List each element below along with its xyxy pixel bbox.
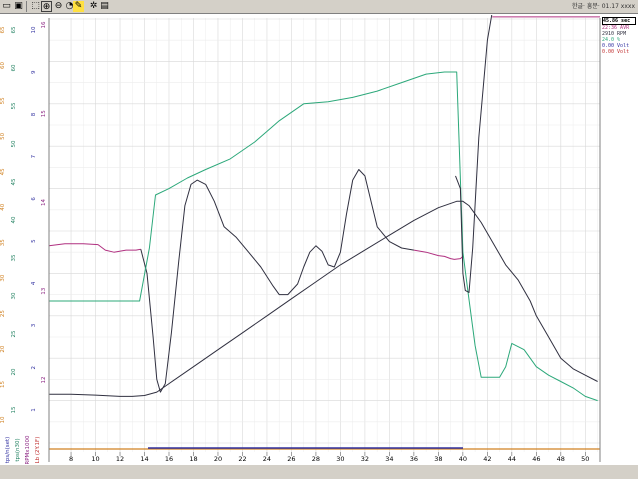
x-tick-label: 20 bbox=[214, 455, 222, 463]
x-tick-label: 18 bbox=[189, 455, 197, 463]
left-axis-2-tick-label: 45 bbox=[11, 178, 17, 185]
x-tick-label: 16 bbox=[165, 455, 173, 463]
x-tick-label: 12 bbox=[116, 455, 124, 463]
x-tick-label: 32 bbox=[361, 455, 369, 463]
left-axis-3-tick-label: 4 bbox=[31, 281, 37, 285]
grid-icon[interactable]: ▤ bbox=[99, 1, 110, 12]
left-axis-3-tick-label: 5 bbox=[31, 239, 37, 243]
readout-time: 45.86 sec bbox=[602, 17, 636, 25]
zoom-region-icon[interactable]: ⬚ bbox=[30, 1, 41, 12]
left-axis-1-tick-label: 55 bbox=[0, 97, 6, 104]
left-axis-2-tick-label: 35 bbox=[11, 254, 17, 261]
left-axis-2-tick-label: 55 bbox=[11, 102, 17, 109]
left-axis-2-tick-label: 65 bbox=[11, 26, 17, 33]
left-axis-1-tick-label: 10 bbox=[0, 416, 6, 423]
readout-line-5: 0.00 Volt bbox=[602, 49, 630, 55]
left-axis-3-tick-label: 1 bbox=[31, 408, 37, 412]
x-tick-label: 38 bbox=[434, 455, 442, 463]
settings-icon[interactable]: ✲ bbox=[88, 1, 99, 12]
left-axis-1-tick-label: 25 bbox=[0, 310, 6, 317]
x-tick-label: 46 bbox=[532, 455, 540, 463]
left-axis-title: tps/n(set) bbox=[5, 437, 11, 464]
x-tick-label: 26 bbox=[287, 455, 295, 463]
left-axis-2-tick-label: 20 bbox=[11, 368, 17, 375]
left-axis-4-tick-label: 12 bbox=[41, 377, 47, 384]
left-axis-4-tick-label: 15 bbox=[41, 110, 47, 117]
save-icon[interactable]: ▣ bbox=[13, 1, 24, 12]
open-icon[interactable]: ▭ bbox=[1, 1, 12, 12]
left-axis-3-tick-label: 9 bbox=[31, 70, 37, 74]
chart-area[interactable]: 1015202530354045505560651520253035404550… bbox=[0, 15, 638, 464]
cursor-readout-panel: 45.86 sec 22:36 AVR 2910 RPM 24.0 % 0.00… bbox=[602, 17, 636, 55]
zoom-in-icon[interactable]: ⊕ bbox=[41, 1, 52, 12]
left-axis-1-tick-label: 35 bbox=[0, 239, 6, 246]
left-axis-1-tick-label: 20 bbox=[0, 345, 6, 352]
x-tick-label: 34 bbox=[385, 455, 393, 463]
left-axis-3-tick-label: 7 bbox=[31, 154, 37, 158]
x-tick-label: 36 bbox=[410, 455, 418, 463]
x-tick-label: 42 bbox=[483, 455, 491, 463]
marker-icon[interactable]: ✎ bbox=[73, 1, 84, 12]
x-tick-label: 44 bbox=[508, 455, 516, 463]
left-axis-4-tick-label: 13 bbox=[41, 287, 47, 294]
left-axis-title: Lb (2Y.1F) bbox=[35, 437, 41, 464]
x-tick-label: 10 bbox=[91, 455, 99, 463]
toolbar: ▭ ▣ ⬚ ⊕ ⊖ ◔ ✎ ✲ ▤ 한글· 흥분· 01.17 xxxx bbox=[0, 0, 638, 14]
left-axis-1-tick-label: 65 bbox=[0, 26, 6, 33]
left-axis-4-tick-label: 16 bbox=[41, 21, 47, 28]
x-tick-label: 8 bbox=[69, 455, 73, 463]
left-axis-1-tick-label: 15 bbox=[0, 381, 6, 388]
left-axis-2-tick-label: 40 bbox=[11, 216, 17, 223]
left-axis-1-tick-label: 30 bbox=[0, 274, 6, 281]
x-tick-label: 28 bbox=[312, 455, 320, 463]
left-axis-3-tick-label: 2 bbox=[31, 366, 37, 370]
left-axis-1-tick-label: 50 bbox=[0, 132, 6, 139]
x-tick-label: 48 bbox=[557, 455, 565, 463]
left-axis-2-tick-label: 50 bbox=[11, 140, 17, 147]
toolbar-separator bbox=[26, 1, 27, 12]
left-axis-3-tick-label: 6 bbox=[31, 197, 37, 201]
x-tick-label: 30 bbox=[336, 455, 344, 463]
left-axis-2-tick-label: 60 bbox=[11, 64, 17, 71]
left-axis-3-tick-label: 10 bbox=[31, 26, 37, 33]
horizontal-scrollbar[interactable] bbox=[0, 464, 638, 479]
left-axis-1-tick-label: 45 bbox=[0, 168, 6, 175]
x-tick-label: 50 bbox=[581, 455, 589, 463]
left-axis-4-tick-label: 14 bbox=[41, 199, 47, 206]
left-axis-2-tick-label: 25 bbox=[11, 330, 17, 337]
left-axis-1-tick-label: 60 bbox=[0, 61, 6, 68]
left-axis-2-tick-label: 30 bbox=[11, 292, 17, 299]
left-axis-1-tick-label: 40 bbox=[0, 203, 6, 210]
x-tick-label: 14 bbox=[140, 455, 148, 463]
zoom-out-icon[interactable]: ⊖ bbox=[53, 1, 64, 12]
x-tick-label: 24 bbox=[263, 455, 271, 463]
left-axis-3-tick-label: 8 bbox=[31, 112, 37, 116]
left-axis-title: tps(n30) bbox=[15, 438, 21, 461]
x-tick-label: 22 bbox=[238, 455, 246, 463]
x-tick-label: 40 bbox=[459, 455, 467, 463]
left-axis-2-tick-label: 15 bbox=[11, 406, 17, 413]
toolbar-status-text: 한글· 흥분· 01.17 xxxx bbox=[572, 3, 635, 10]
left-axis-3-tick-label: 3 bbox=[31, 323, 37, 327]
left-axis-title: RPMx1000 bbox=[25, 435, 31, 464]
